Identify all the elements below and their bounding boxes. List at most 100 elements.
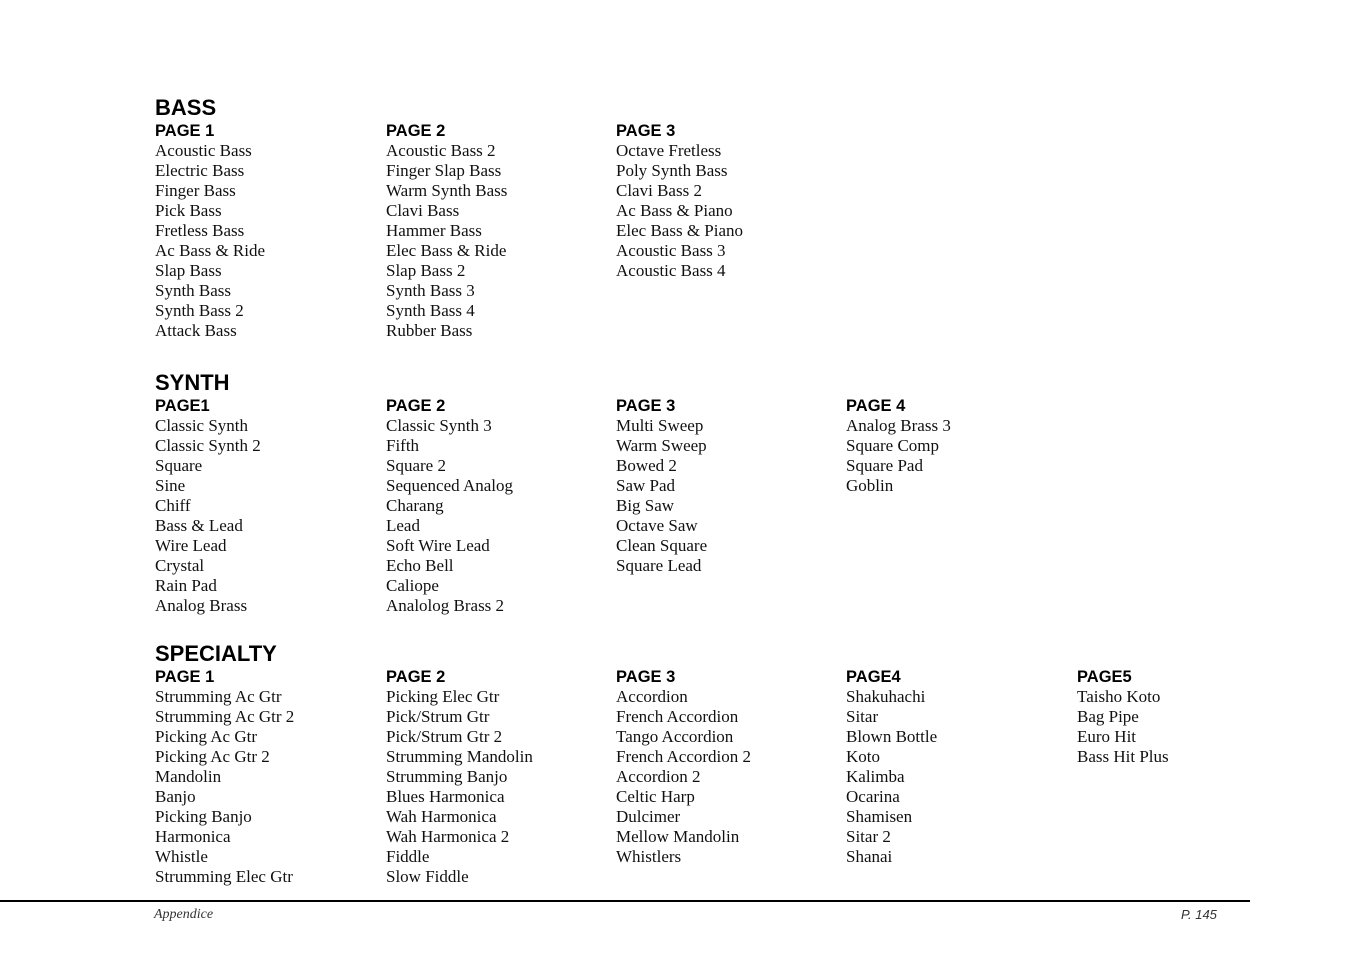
voice-item: Multi Sweep xyxy=(616,416,704,435)
voice-item: Rubber Bass xyxy=(386,321,473,340)
voice-item: Square Comp xyxy=(846,436,940,455)
voice-item: Picking Ac Gtr 2 xyxy=(155,747,270,766)
voice-item: Banjo xyxy=(155,787,196,806)
voice-item: Warm Synth Bass xyxy=(386,181,508,200)
section-synth: SYNTH PAGE1 Classic Synth Classic Synth 2S… xyxy=(155,370,951,616)
voice-item: Goblin xyxy=(846,476,894,495)
voice-item: Elec Bass & Ride xyxy=(386,241,507,260)
footer-chapter-label: Appendice xyxy=(154,907,214,922)
voice-item: Pick/Strum Gtr 2 xyxy=(386,727,503,746)
page-heading: PAGE4 xyxy=(846,668,901,686)
voice-item: Slap Bass 2 xyxy=(386,261,466,280)
voice-item: Square 2 xyxy=(386,456,446,475)
voice-item: Octave Saw xyxy=(616,516,698,535)
voice-item: Elec Bass & Piano xyxy=(616,221,744,240)
voice-item: Slow Fiddle xyxy=(386,867,469,886)
voice-item: Sitar 2 xyxy=(846,827,891,846)
voice-item: Acoustic Bass 4 xyxy=(616,261,726,280)
voice-item: Acoustic Bass 3 xyxy=(616,241,726,260)
page-column: PAGE1 Classic Synth Classic Synth 2 Square S… xyxy=(155,395,380,616)
voice-item: Taisho Koto xyxy=(1077,687,1161,706)
voice-item: Shamisen xyxy=(846,807,913,826)
section-title: BASS xyxy=(155,95,217,120)
voice-item: Strumming Mandolin xyxy=(386,747,533,766)
voice-item: Clavi Bass 2 xyxy=(616,181,702,200)
voice-item: Slap Bass xyxy=(155,261,222,280)
page-heading: PAGE 1 xyxy=(155,122,215,140)
voice-item: Charang xyxy=(386,496,444,515)
voice-item: Clean Square xyxy=(616,536,708,555)
voice-item: Accordion xyxy=(616,687,688,706)
voice-item: Echo Bell xyxy=(386,556,454,575)
voice-item: Strumming Elec Gtr xyxy=(155,867,293,886)
section-bass: BASS PAGE 1 Acoustic Bass Electric Bass Fin… xyxy=(155,95,743,341)
voice-item: Poly Synth Bass xyxy=(616,161,728,180)
section-title: SPECIALTY xyxy=(155,641,277,666)
voice-item: Fiddle xyxy=(386,847,430,866)
voice-item: Synth Bass 4 xyxy=(386,301,475,320)
voice-item: Sequenced Analog xyxy=(386,476,513,495)
voice-item: Square Pad xyxy=(846,456,923,475)
page-columns: PAGE 1 Acoustic Bass Electric Bass Finger B… xyxy=(155,120,743,340)
section-specialty: SPECIALTY PAGE 1 Strumming Ac Gtr Strummin… xyxy=(155,641,1169,887)
voice-item: Analolog Brass 2 xyxy=(386,596,505,615)
voice-item: Strumming Ac Gtr 2 xyxy=(155,707,295,726)
page-column: PAGE5 Taisho Koto Bag Pipe Euro Hit Bass Hit… xyxy=(1077,666,1302,767)
voice-item: Square xyxy=(155,456,203,475)
voice-item: Fretless Bass xyxy=(155,221,245,240)
voice-item: Bass & Lead xyxy=(155,516,243,535)
page-heading: PAGE1 xyxy=(155,397,210,415)
section-title: SYNTH xyxy=(155,370,230,395)
voice-item: Ac Bass & Piano xyxy=(616,201,733,220)
page-column: PAGE 2 Picking Elec Gtr Pick/Strum Gtr Pick… xyxy=(386,666,611,887)
voice-item: Crystal xyxy=(155,556,205,575)
voice-item: Shanai xyxy=(846,847,893,866)
voice-item: Electric Bass xyxy=(155,161,245,180)
page-column: PAGE 1 Strumming Ac Gtr Strumming Ac Gtr 2… xyxy=(155,666,380,887)
voice-item: Ocarina xyxy=(846,787,900,806)
voice-item: Tango Accordion xyxy=(616,727,734,746)
page-column: PAGE 2 Classic Synth 3 Fifth Square 2 Sequen… xyxy=(386,395,611,616)
voice-item: Big Saw xyxy=(616,496,675,515)
voice-item: Acoustic Bass xyxy=(155,141,252,160)
voice-item: Strumming Ac Gtr xyxy=(155,687,282,706)
voice-item: Chiff xyxy=(155,496,191,515)
voice-item: Strumming Banjo xyxy=(386,767,508,786)
voice-item: Picking Banjo xyxy=(155,807,252,826)
voice-item: Clavi Bass xyxy=(386,201,460,220)
voice-item: Ac Bass & Ride xyxy=(155,241,266,260)
page-heading: PAGE 2 xyxy=(386,397,446,415)
voice-item: Caliope xyxy=(386,576,439,595)
footer-page-number: P. 145 xyxy=(1181,907,1217,922)
page-heading: PAGE 1 xyxy=(155,668,215,686)
voice-item: Finger Bass xyxy=(155,181,236,200)
voice-item: Picking Elec Gtr xyxy=(386,687,500,706)
page-heading: PAGE 3 xyxy=(616,668,676,686)
page-column: PAGE 3 Multi Sweep Warm Sweep Bowed 2 Saw Pa… xyxy=(616,395,841,576)
voice-item: Fifth xyxy=(386,436,420,455)
voice-item: Rain Pad xyxy=(155,576,217,595)
voice-item: Shakuhachi xyxy=(846,687,926,706)
voice-item: Wah Harmonica 2 xyxy=(386,827,510,846)
voice-item: Pick/Strum Gtr xyxy=(386,707,490,726)
voice-item: Classic Synth 3 xyxy=(386,416,492,435)
page-column: PAGE4 Shakuhachi Sitar Blown Bottle Koto Kali… xyxy=(846,666,1071,867)
page-heading: PAGE 2 xyxy=(386,668,446,686)
voice-item: French Accordion 2 xyxy=(616,747,752,766)
voice-item: Mandolin xyxy=(155,767,222,786)
voice-item: Synth Bass 3 xyxy=(386,281,475,300)
voice-item: Blown Bottle xyxy=(846,727,938,746)
voice-item: Finger Slap Bass xyxy=(386,161,502,180)
voice-item: Koto xyxy=(846,747,880,766)
voice-item: Sine xyxy=(155,476,186,495)
voice-item: Square Lead xyxy=(616,556,702,575)
voice-item: Classic Synth xyxy=(155,416,249,435)
page-column: PAGE 1 Acoustic Bass Electric Bass Finger B… xyxy=(155,120,380,341)
voice-item: Wah Harmonica xyxy=(386,807,497,826)
voice-item: Picking Ac Gtr xyxy=(155,727,257,746)
footer-divider xyxy=(0,900,1250,902)
page-column: PAGE 2 Acoustic Bass 2 Finger Slap Bass War… xyxy=(386,120,611,341)
voice-item: Harmonica xyxy=(155,827,231,846)
voice-item: Saw Pad xyxy=(616,476,676,495)
voice-item: Wire Lead xyxy=(155,536,227,555)
